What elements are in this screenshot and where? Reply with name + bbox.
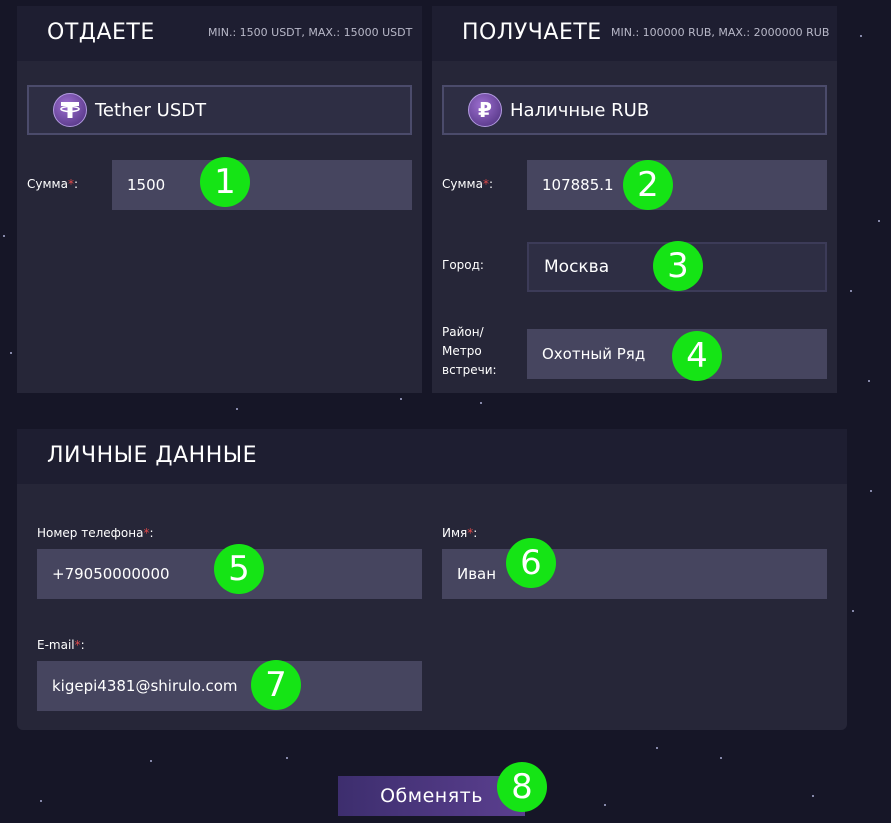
give-amount-input[interactable]: 1500 — [112, 160, 412, 210]
give-amount-label: Сумма*: — [27, 177, 78, 191]
receive-currency-selector[interactable]: ₽ Наличные RUB — [442, 85, 827, 135]
annotation-badge-2: 2 — [623, 160, 673, 210]
email-label: E-mail*: — [37, 638, 85, 652]
give-panel-header: ОТДАЕТЕ MIN.: 1500 USDT, MAX.: 15000 USD… — [17, 6, 422, 61]
tether-icon — [53, 93, 87, 127]
email-input[interactable]: kigepi4381@shirulo.com — [37, 661, 422, 711]
ruble-icon: ₽ — [468, 93, 502, 127]
annotation-badge-6: 6 — [506, 538, 556, 588]
name-label: Имя*: — [442, 526, 478, 540]
receive-limits: MIN.: 100000 RUB, MAX.: 2000000 RUB — [611, 26, 830, 39]
receive-amount-input[interactable]: 107885.1 — [527, 160, 827, 210]
district-label: Район/ Метро встречи: — [442, 325, 497, 377]
annotation-badge-7: 7 — [251, 660, 301, 710]
receive-amount-label: Сумма*: — [442, 177, 493, 191]
give-limits: MIN.: 1500 USDT, MAX.: 15000 USDT — [208, 26, 413, 39]
receive-title: ПОЛУЧАЕТЕ — [462, 20, 602, 45]
receive-panel-header: ПОЛУЧАЕТЕ MIN.: 100000 RUB, MAX.: 200000… — [432, 6, 837, 61]
annotation-badge-8: 8 — [497, 762, 547, 812]
annotation-badge-1: 1 — [200, 157, 250, 207]
receive-currency-label: Наличные RUB — [510, 99, 650, 121]
personal-data-panel: ЛИЧНЫЕ ДАННЫЕ Номер телефона*: +79050000… — [17, 429, 847, 730]
name-input[interactable]: Иван — [442, 549, 827, 599]
annotation-badge-3: 3 — [653, 241, 703, 291]
annotation-badge-5: 5 — [214, 544, 264, 594]
personal-title: ЛИЧНЫЕ ДАННЫЕ — [47, 443, 258, 468]
phone-label: Номер телефона*: — [37, 526, 154, 540]
city-label: Город: — [442, 258, 484, 272]
annotation-badge-4: 4 — [672, 331, 722, 381]
give-currency-label: Tether USDT — [95, 99, 207, 121]
give-currency-selector[interactable]: Tether USDT — [27, 85, 412, 135]
personal-panel-header: ЛИЧНЫЕ ДАННЫЕ — [17, 429, 847, 484]
give-title: ОТДАЕТЕ — [47, 20, 155, 45]
